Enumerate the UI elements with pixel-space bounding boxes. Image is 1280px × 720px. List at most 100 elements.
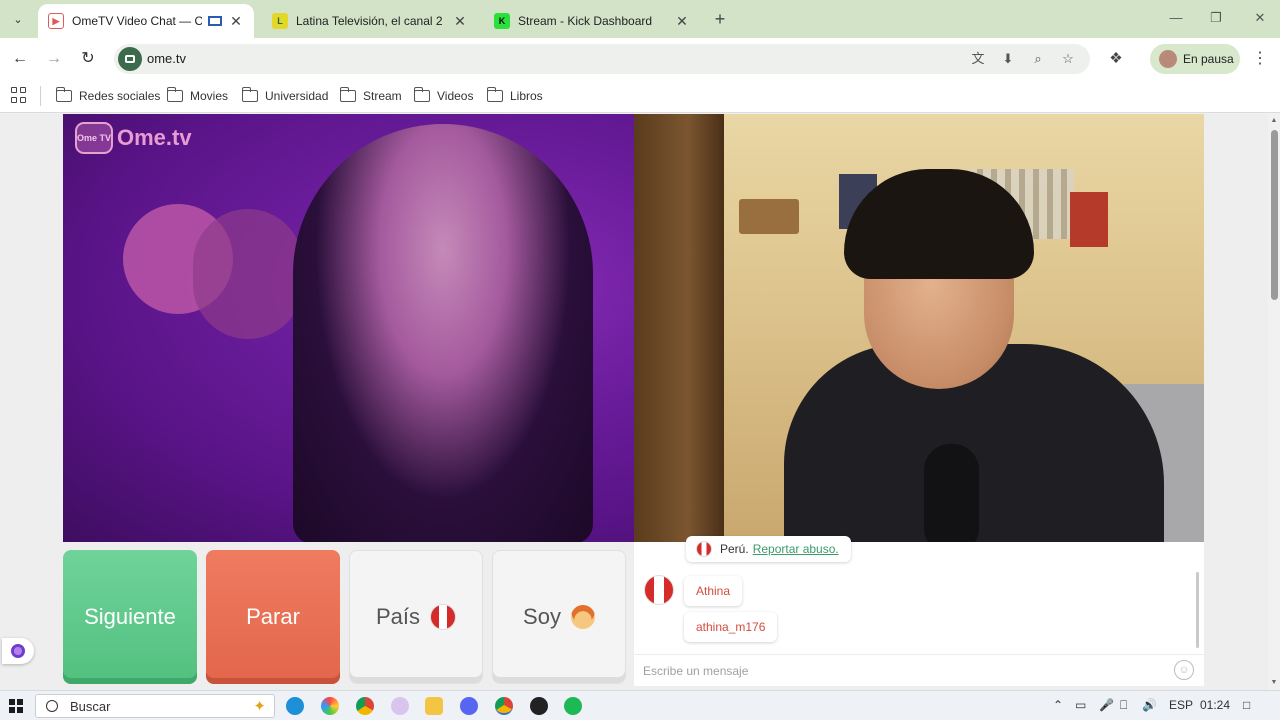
tab-title: OmeTV Video Chat — Ome [72,14,202,28]
search-label: Buscar [70,698,111,714]
battery-icon[interactable]: ▭ [1075,698,1086,712]
tab-strip: ⌄ ▶ OmeTV Video Chat — Ome ✕ L Latina Te… [0,0,1280,38]
latina-favicon-icon: L [272,13,288,29]
folder-icon [486,87,503,102]
bookmark-movies[interactable]: Movies [166,86,229,106]
folder-icon [413,87,430,102]
close-tab-icon[interactable]: ✕ [452,13,468,30]
brain-icon [11,644,25,658]
restore-icon[interactable]: ❐ [1206,8,1226,28]
back-arrow-icon[interactable]: ← [8,47,32,71]
bookmark-libros[interactable]: Libros [486,86,543,106]
profile-label: En pausa [1183,52,1234,66]
reload-icon[interactable]: ↻ [76,47,100,71]
language-indicator[interactable]: ESP [1169,698,1193,712]
page-scrollbar[interactable]: ▲ ▼ [1268,114,1280,690]
new-tab-button[interactable]: + [710,8,730,30]
tab-title: Stream - Kick Dashboard [518,14,653,28]
copilot-icon[interactable] [321,697,339,715]
chat-message: athina_m176 [684,612,778,642]
stranger-video: Ome TV Ome.tv [63,114,634,542]
bookmark-label: Movies [190,89,229,103]
tray-chevron-icon[interactable]: ⌃ [1053,698,1063,712]
address-bar[interactable]: ome.tv 文 ⬇ ⌕ ☆ [114,44,1090,74]
folder-icon [241,87,258,102]
discord-icon[interactable] [460,697,478,715]
scroll-up-icon[interactable]: ▲ [1270,117,1278,125]
bookmark-label: Universidad [265,89,329,103]
chat-panel: Perú. Reportar abuso. Athina athina_m176… [634,536,1204,686]
translate-icon[interactable]: 文 [968,49,988,69]
taskbar-search[interactable]: Buscar ✦ [35,694,275,718]
install-app-icon[interactable]: ⬇ [998,49,1018,69]
tab-kick[interactable]: K Stream - Kick Dashboard ✕ [484,4,700,38]
microphone [924,444,979,542]
folder-icon [339,87,356,102]
tab-search-chevron-icon[interactable]: ⌄ [6,8,30,30]
folder-icon [166,87,183,102]
bookmark-label: Videos [437,89,474,103]
chat-input-bar: ☺ [634,654,1204,686]
chat-scrollbar[interactable] [1196,572,1199,648]
next-button[interactable]: Siguiente [63,550,197,684]
stop-button[interactable]: Parar [206,550,340,684]
tab-ometv[interactable]: ▶ OmeTV Video Chat — Ome ✕ [38,4,254,38]
peru-flag-icon [696,541,712,557]
self-person [784,154,1164,542]
volume-icon[interactable]: 🔊 [1142,698,1157,712]
screen-share-icon [208,16,222,26]
bookmark-videos[interactable]: Videos [413,86,474,106]
clock[interactable]: 01:24 [1200,698,1230,712]
bookmark-label: Stream [363,89,402,103]
stranger-flag-avatar-icon [644,575,674,605]
emoji-icon[interactable]: ☺ [1174,660,1194,680]
windows-start-icon[interactable] [9,699,23,713]
spotify-icon[interactable] [564,697,582,715]
ometv-favicon-icon: ▶ [48,13,64,29]
logo-badge: Ome TV [75,122,113,154]
microphone-icon[interactable]: 🎤 [1099,698,1114,712]
country-text: Perú. [720,542,749,556]
self-video [634,114,1204,542]
file-explorer-icon[interactable] [425,697,443,715]
forward-arrow-icon[interactable]: → [42,47,66,71]
country-button[interactable]: País [349,550,483,684]
next-label: Siguiente [84,604,176,629]
apps-grid-icon[interactable] [11,87,27,103]
browser-toolbar: ← → ↻ ome.tv 文 ⬇ ⌕ ☆ ❖ En pausa ⋮ [0,38,1280,80]
bookmark-star-icon[interactable]: ☆ [1058,49,1078,69]
tab-latina[interactable]: L Latina Televisión, el canal 2 de ✕ [262,4,478,38]
close-tab-icon[interactable]: ✕ [228,13,244,30]
menu-kebab-icon[interactable]: ⋮ [1252,47,1268,71]
notifications-icon[interactable]: □ [1243,698,1250,712]
edge-browser-icon[interactable] [286,697,304,715]
gender-button[interactable]: Soy [492,550,626,684]
chrome-icon[interactable] [356,697,374,715]
app-icon[interactable] [391,697,409,715]
floating-extension-button[interactable] [2,638,34,664]
site-camera-icon[interactable] [118,47,142,71]
system-message: Perú. Reportar abuso. [686,536,851,562]
bookmark-universidad[interactable]: Universidad [241,86,329,106]
background-plush [193,209,303,339]
chrome-active-icon[interactable] [495,697,513,715]
gender-label: Soy [523,604,561,629]
minimize-icon[interactable]: — [1166,8,1186,28]
report-abuse-link[interactable]: Reportar abuso. [753,542,839,556]
tab-title: Latina Televisión, el canal 2 de [296,14,446,28]
country-label: País [375,604,421,629]
scroll-down-icon[interactable]: ▼ [1270,679,1278,687]
scroll-thumb[interactable] [1271,130,1278,300]
network-icon[interactable]: ⎕ [1120,698,1127,713]
bookmark-stream[interactable]: Stream [339,86,402,106]
bookmark-redes-sociales[interactable]: Redes sociales [55,86,160,106]
person-hair [844,169,1034,279]
message-input[interactable] [634,655,1164,686]
obs-icon[interactable] [530,697,548,715]
close-window-icon[interactable]: ✕ [1250,8,1270,28]
ometv-logo: Ome TV Ome.tv [75,122,192,154]
extensions-puzzle-icon[interactable]: ❖ [1104,47,1128,71]
profile-button[interactable]: En pausa [1150,44,1240,74]
zoom-icon[interactable]: ⌕ [1028,49,1048,69]
close-tab-icon[interactable]: ✕ [674,13,690,30]
